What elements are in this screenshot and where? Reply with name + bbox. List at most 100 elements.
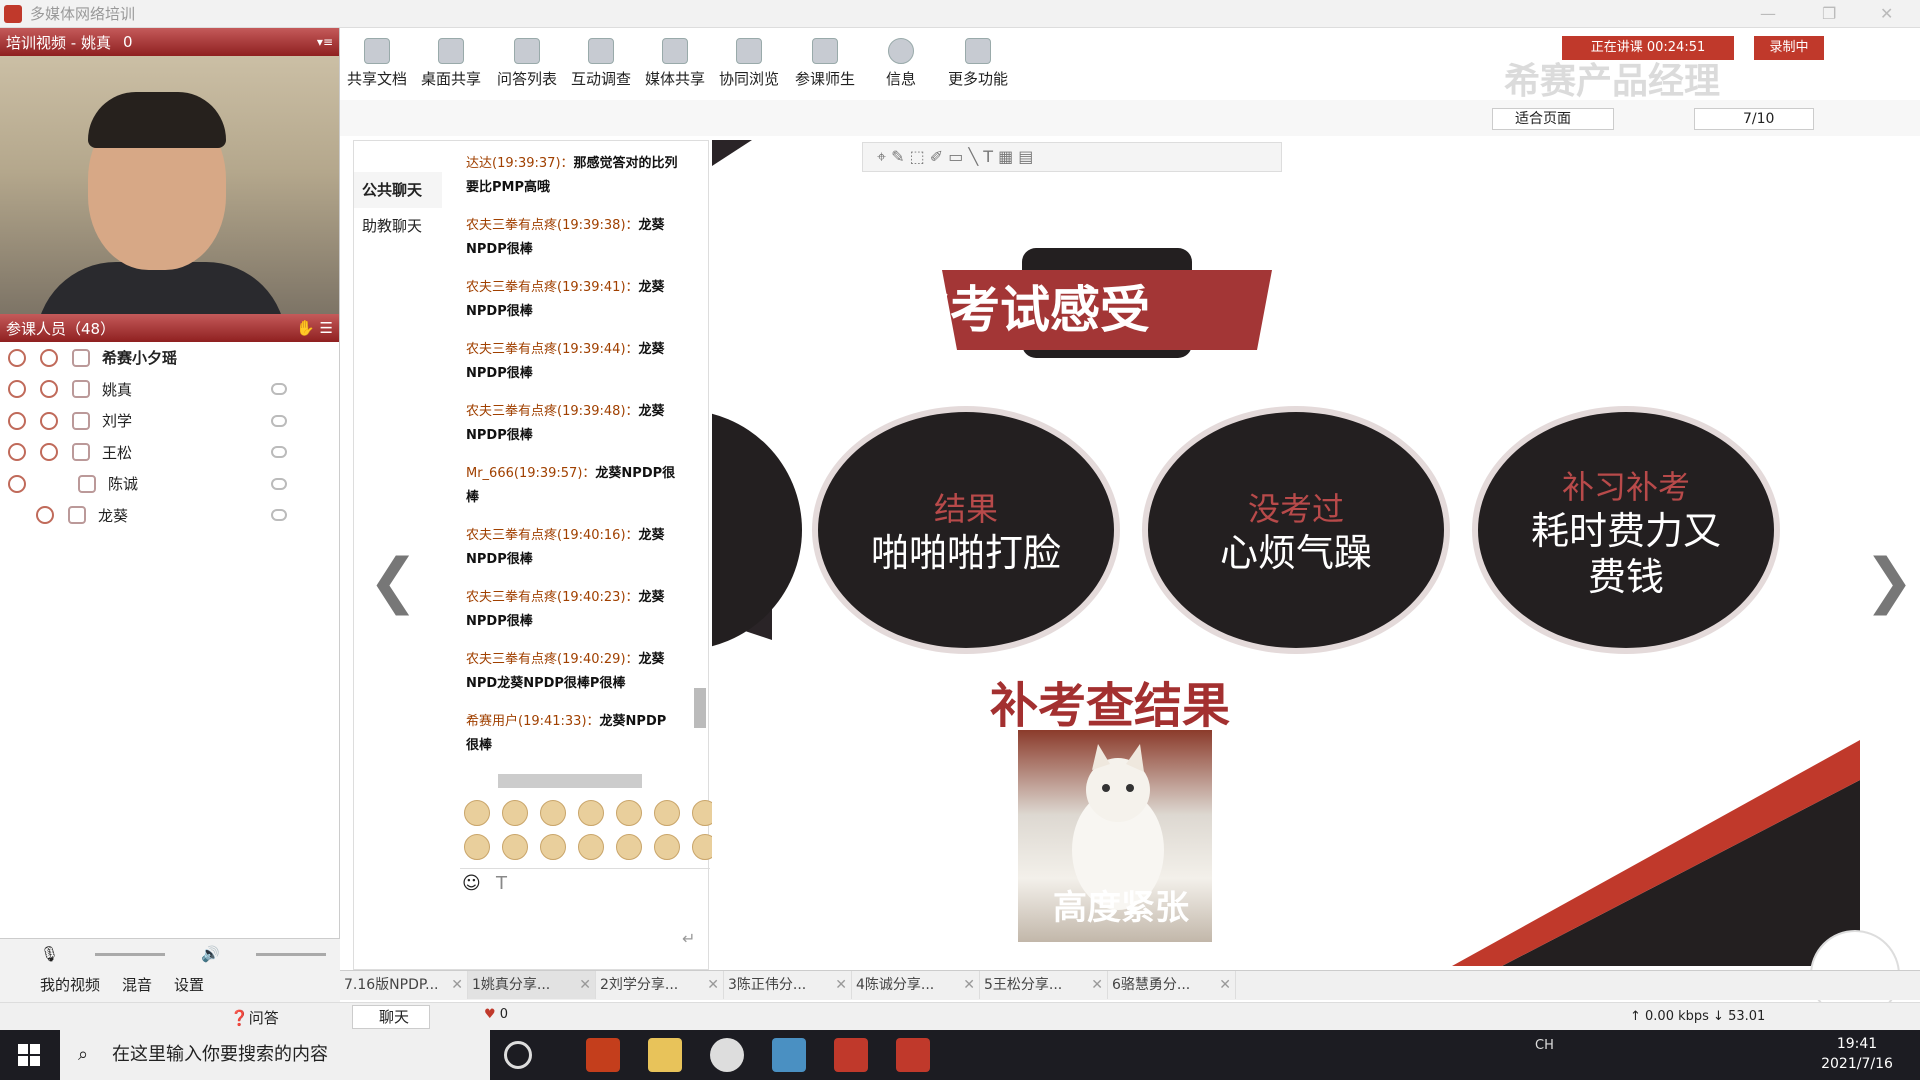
participant-row[interactable]: 王松 xyxy=(0,437,339,469)
more-button[interactable]: 更多功能 xyxy=(936,38,1020,89)
chat-bubble-icon[interactable] xyxy=(271,477,287,490)
ime-indicator[interactable]: CH xyxy=(1535,1038,1554,1053)
file-explorer-icon[interactable] xyxy=(648,1038,682,1072)
close-tab-icon[interactable]: ✕ xyxy=(835,971,847,999)
emoji-icon[interactable] xyxy=(616,834,642,860)
chat-input[interactable]: ☺ T ↵ xyxy=(460,868,710,968)
participant-row[interactable]: 龙葵 xyxy=(0,500,339,532)
camera-icon[interactable] xyxy=(40,348,58,367)
taskbar-search[interactable]: ⌕ 在这里输入你要搜索的内容 xyxy=(60,1030,490,1080)
emoji-icon[interactable] xyxy=(654,834,680,860)
mic-icon[interactable] xyxy=(8,411,26,430)
page-select[interactable]: 7/10 xyxy=(1694,108,1814,130)
doc-tab[interactable]: 5王松分享... ✕ xyxy=(980,971,1108,999)
mic-volume-icon[interactable]: 🎙 xyxy=(40,945,59,963)
cortana-icon[interactable] xyxy=(504,1041,532,1069)
emoji-icon[interactable] xyxy=(654,800,680,826)
chat-tab[interactable]: 聊天 xyxy=(352,1005,430,1029)
tab-assistant-chat[interactable]: 助教聊天 xyxy=(354,208,442,244)
participant-name: 刘学 xyxy=(102,412,133,431)
chat-bubble-icon[interactable] xyxy=(271,414,287,427)
chat-scrollbar[interactable] xyxy=(692,160,708,760)
my-video-button[interactable]: 我的视频 xyxy=(40,974,100,995)
taskbar-clock[interactable]: 19:41 2021/7/16 xyxy=(1812,1034,1902,1074)
next-slide-arrow[interactable]: ❯ xyxy=(1864,546,1914,616)
close-tab-icon[interactable]: ✕ xyxy=(1091,971,1103,999)
prev-slide-arrow[interactable]: ❮ xyxy=(368,546,418,616)
doc-tab[interactable]: 7.16版NPDP... ✕ xyxy=(340,971,468,999)
participant-row[interactable]: 希赛小夕瑶 xyxy=(0,342,339,374)
speaker-slider[interactable] xyxy=(255,952,326,956)
send-icon[interactable]: ↵ xyxy=(682,929,695,948)
app-c2-icon[interactable] xyxy=(896,1038,930,1072)
close-tab-icon[interactable]: ✕ xyxy=(1219,971,1231,999)
share-doc-button[interactable]: 共享文档 xyxy=(340,38,414,89)
mic-slider[interactable] xyxy=(95,952,166,956)
doc-tab[interactable]: 6骆慧勇分... ✕ xyxy=(1108,971,1236,999)
emoji-icon[interactable] xyxy=(616,800,642,826)
camera-icon[interactable] xyxy=(40,380,58,399)
doc-tab[interactable]: 3陈正伟分... ✕ xyxy=(724,971,852,999)
doc-tab[interactable]: 4陈诚分享... ✕ xyxy=(852,971,980,999)
training-app-icon[interactable] xyxy=(772,1038,806,1072)
taskbar: ⌕ 在这里输入你要搜索的内容 CH 19:41 2021/7/16 xyxy=(0,1030,1920,1080)
powerpoint-icon[interactable] xyxy=(586,1038,620,1072)
chrome-icon[interactable] xyxy=(710,1038,744,1072)
settings-button[interactable]: 设置 xyxy=(174,974,204,995)
app-c-icon[interactable] xyxy=(834,1038,868,1072)
emoji-icon[interactable] xyxy=(578,834,604,860)
speaker-icon[interactable]: 🔊 xyxy=(201,945,220,963)
maximize-icon[interactable]: ❐ xyxy=(1822,4,1836,23)
hand-icon[interactable]: ✋ ☰ xyxy=(296,319,333,337)
emoji-icon[interactable] xyxy=(464,800,490,826)
chat-scroll-thumb[interactable] xyxy=(694,688,706,728)
chat-hscrollbar[interactable] xyxy=(480,772,670,790)
close-tab-icon[interactable]: ✕ xyxy=(963,971,975,999)
text-format-icon[interactable]: T xyxy=(496,873,507,894)
camera-icon[interactable] xyxy=(40,411,58,430)
doc-tab[interactable]: 2刘学分享... ✕ xyxy=(596,971,724,999)
desktop-share-button[interactable]: 桌面共享 xyxy=(414,38,488,89)
chat-bubble-icon[interactable] xyxy=(271,509,287,522)
mic-icon[interactable] xyxy=(8,380,26,399)
survey-button[interactable]: 互动调查 xyxy=(564,38,638,89)
camera-icon[interactable] xyxy=(36,506,54,525)
fit-page-select[interactable]: 适合页面 xyxy=(1492,108,1614,130)
mic-icon[interactable] xyxy=(8,443,26,462)
emoji-icon[interactable] xyxy=(540,834,566,860)
video-menu-icon[interactable]: ▾≡ xyxy=(317,35,333,49)
record-status[interactable]: 录制中 xyxy=(1754,36,1824,60)
emoji-icon[interactable] xyxy=(464,834,490,860)
qa-tab[interactable]: ❓问答 xyxy=(230,1007,279,1028)
grid-icon xyxy=(965,38,991,64)
close-tab-icon[interactable]: ✕ xyxy=(707,971,719,999)
chat-bubble-icon[interactable] xyxy=(271,383,287,396)
qa-list-button[interactable]: 问答列表 xyxy=(490,38,564,89)
mic-icon[interactable] xyxy=(8,474,26,493)
close-tab-icon[interactable]: ✕ xyxy=(579,971,591,999)
close-icon[interactable]: ✕ xyxy=(1880,4,1893,23)
emoji-icon[interactable] xyxy=(502,800,528,826)
smiley-icon[interactable]: ☺ xyxy=(462,873,481,894)
participant-row[interactable]: 刘学 xyxy=(0,405,339,437)
info-button[interactable]: 信息 xyxy=(864,38,938,89)
tab-public-chat[interactable]: 公共聊天 xyxy=(354,172,442,208)
minimize-icon[interactable]: — xyxy=(1760,4,1776,23)
mic-icon[interactable] xyxy=(8,348,26,367)
chat-hscroll-thumb[interactable] xyxy=(498,774,642,788)
attendees-button[interactable]: 参课师生 xyxy=(788,38,862,89)
close-tab-icon[interactable]: ✕ xyxy=(451,971,463,999)
participant-row[interactable]: 陈诚 xyxy=(0,468,339,500)
chat-bubble-icon[interactable] xyxy=(271,446,287,459)
windows-start-icon[interactable] xyxy=(0,1030,60,1080)
doc-tab[interactable]: 1姚真分享... ✕ xyxy=(468,971,596,999)
co-browse-button[interactable]: 协同浏览 xyxy=(712,38,786,89)
emoji-icon[interactable] xyxy=(540,800,566,826)
participant-row[interactable]: 姚真 xyxy=(0,374,339,406)
media-share-button[interactable]: 媒体共享 xyxy=(638,38,712,89)
likes-count[interactable]: ♥ 0 xyxy=(484,1007,508,1022)
camera-icon[interactable] xyxy=(40,443,58,462)
emoji-icon[interactable] xyxy=(578,800,604,826)
mix-button[interactable]: 混音 xyxy=(122,974,152,995)
emoji-icon[interactable] xyxy=(502,834,528,860)
